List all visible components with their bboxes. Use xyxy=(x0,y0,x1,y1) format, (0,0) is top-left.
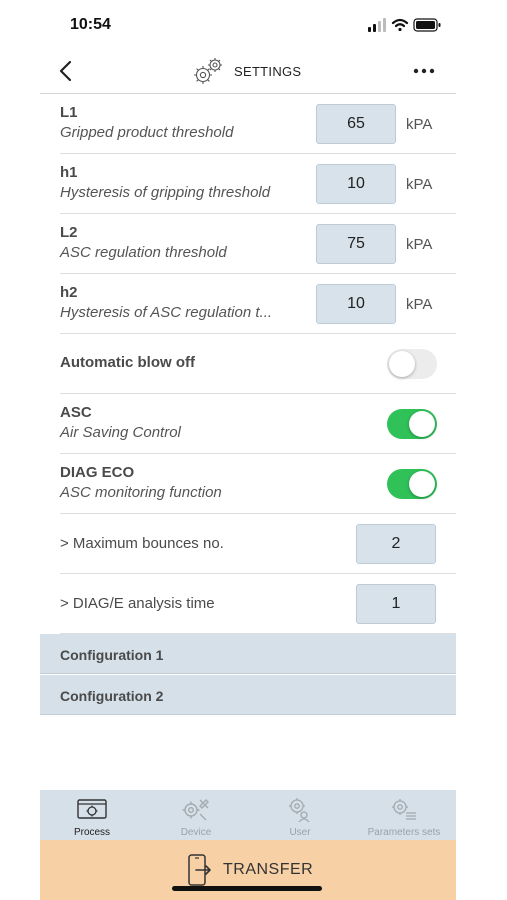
tab-label: User xyxy=(289,827,311,838)
toggle-description: Air Saving Control xyxy=(60,424,181,441)
tab-label: Device xyxy=(180,827,212,838)
section-label: Configuration 2 xyxy=(60,688,164,704)
parameter-row-h1: h1 Hysteresis of gripping threshold 10 k… xyxy=(60,154,456,214)
tab-label: Process xyxy=(73,827,111,838)
parameter-row-l2: L2 ASC regulation threshold 75 kPA xyxy=(60,214,456,274)
toggle-row-automatic-blow-off: Automatic blow off xyxy=(60,334,456,394)
settings-list: L1 Gripped product threshold 65 kPA h1 H… xyxy=(40,94,456,634)
tab-process[interactable]: Process xyxy=(40,790,144,840)
parameter-unit: kPA xyxy=(406,296,433,313)
l2-value-input[interactable]: 75 xyxy=(316,224,396,264)
toggle-knob xyxy=(409,411,435,437)
diag-analysis-time-input[interactable]: 1 xyxy=(356,584,436,624)
section-configuration-2[interactable]: Configuration 2 xyxy=(40,675,456,715)
tab-label: Parameters sets xyxy=(367,827,441,838)
toggle-knob xyxy=(389,351,415,377)
asc-toggle[interactable] xyxy=(387,409,437,439)
tab-parameters-sets[interactable]: Parameters sets xyxy=(352,790,456,840)
h2-value-input[interactable]: 10 xyxy=(316,284,396,324)
parameter-code: h1 xyxy=(60,164,78,181)
toggle-title: DIAG ECO xyxy=(60,464,135,481)
parameter-description: Hysteresis of gripping threshold xyxy=(60,184,271,201)
home-indicator xyxy=(172,886,322,891)
parameters-sets-icon xyxy=(392,799,416,820)
status-bar: 10:54 xyxy=(0,0,507,50)
process-icon xyxy=(77,799,107,819)
parameter-row-h2: h2 Hysteresis of ASC regulation t... 10 … xyxy=(60,274,456,334)
status-time: 10:54 xyxy=(70,16,111,33)
maximum-bounces-input[interactable]: 2 xyxy=(356,524,436,564)
transfer-label: TRANSFER xyxy=(223,861,314,878)
toggle-description: ASC monitoring function xyxy=(60,484,222,501)
automatic-blow-off-toggle[interactable] xyxy=(387,349,437,379)
parameter-code: L2 xyxy=(60,224,78,241)
page-title-label: SETTINGS xyxy=(234,63,302,79)
transfer-phone-icon xyxy=(188,854,211,886)
parameter-row-l1: L1 Gripped product threshold 65 kPA xyxy=(60,94,456,154)
settings-gear-icon xyxy=(194,58,222,84)
toggle-title: Automatic blow off xyxy=(60,354,195,371)
section-label: Configuration 1 xyxy=(60,647,164,663)
bottom-tab-bar: Process Device User Parameters sets xyxy=(40,790,456,840)
parameter-description: Gripped product threshold xyxy=(60,124,234,141)
transfer-button[interactable]: TRANSFER xyxy=(40,840,456,900)
parameter-code: h2 xyxy=(60,284,78,301)
status-icons xyxy=(368,18,441,32)
parameter-description: Hysteresis of ASC regulation t... xyxy=(60,304,273,321)
signal-icon xyxy=(368,18,386,32)
chevron-left-icon[interactable] xyxy=(54,58,78,84)
toggle-title: ASC xyxy=(60,404,92,421)
toggle-row-asc: ASC Air Saving Control xyxy=(60,394,456,454)
section-configuration-1[interactable]: Configuration 1 xyxy=(40,634,456,674)
sub-setting-label: > Maximum bounces no. xyxy=(60,535,224,552)
sub-setting-row-maximum-bounces: > Maximum bounces no. 2 xyxy=(60,514,456,574)
tab-user[interactable]: User xyxy=(248,790,352,840)
toggle-knob xyxy=(409,471,435,497)
parameter-description: ASC regulation threshold xyxy=(60,244,227,261)
more-horizontal-icon[interactable] xyxy=(410,58,438,84)
parameter-unit: kPA xyxy=(406,236,433,253)
diag-eco-toggle[interactable] xyxy=(387,469,437,499)
device-tools-icon xyxy=(182,799,209,821)
parameter-unit: kPA xyxy=(406,116,433,133)
user-gear-icon xyxy=(289,798,310,823)
toggle-row-diag-eco: DIAG ECO ASC monitoring function xyxy=(60,454,456,514)
l1-value-input[interactable]: 65 xyxy=(316,104,396,144)
sub-setting-row-diag-analysis-time: > DIAG/E analysis time 1 xyxy=(60,574,456,634)
parameter-code: L1 xyxy=(60,104,78,121)
parameter-unit: kPA xyxy=(406,176,433,193)
navigation-bar: SETTINGS xyxy=(40,50,456,94)
wifi-icon xyxy=(391,18,409,32)
sub-setting-label: > DIAG/E analysis time xyxy=(60,595,215,612)
tab-device[interactable]: Device xyxy=(144,790,248,840)
battery-icon xyxy=(413,18,441,32)
h1-value-input[interactable]: 10 xyxy=(316,164,396,204)
page-title: SETTINGS xyxy=(190,56,301,86)
